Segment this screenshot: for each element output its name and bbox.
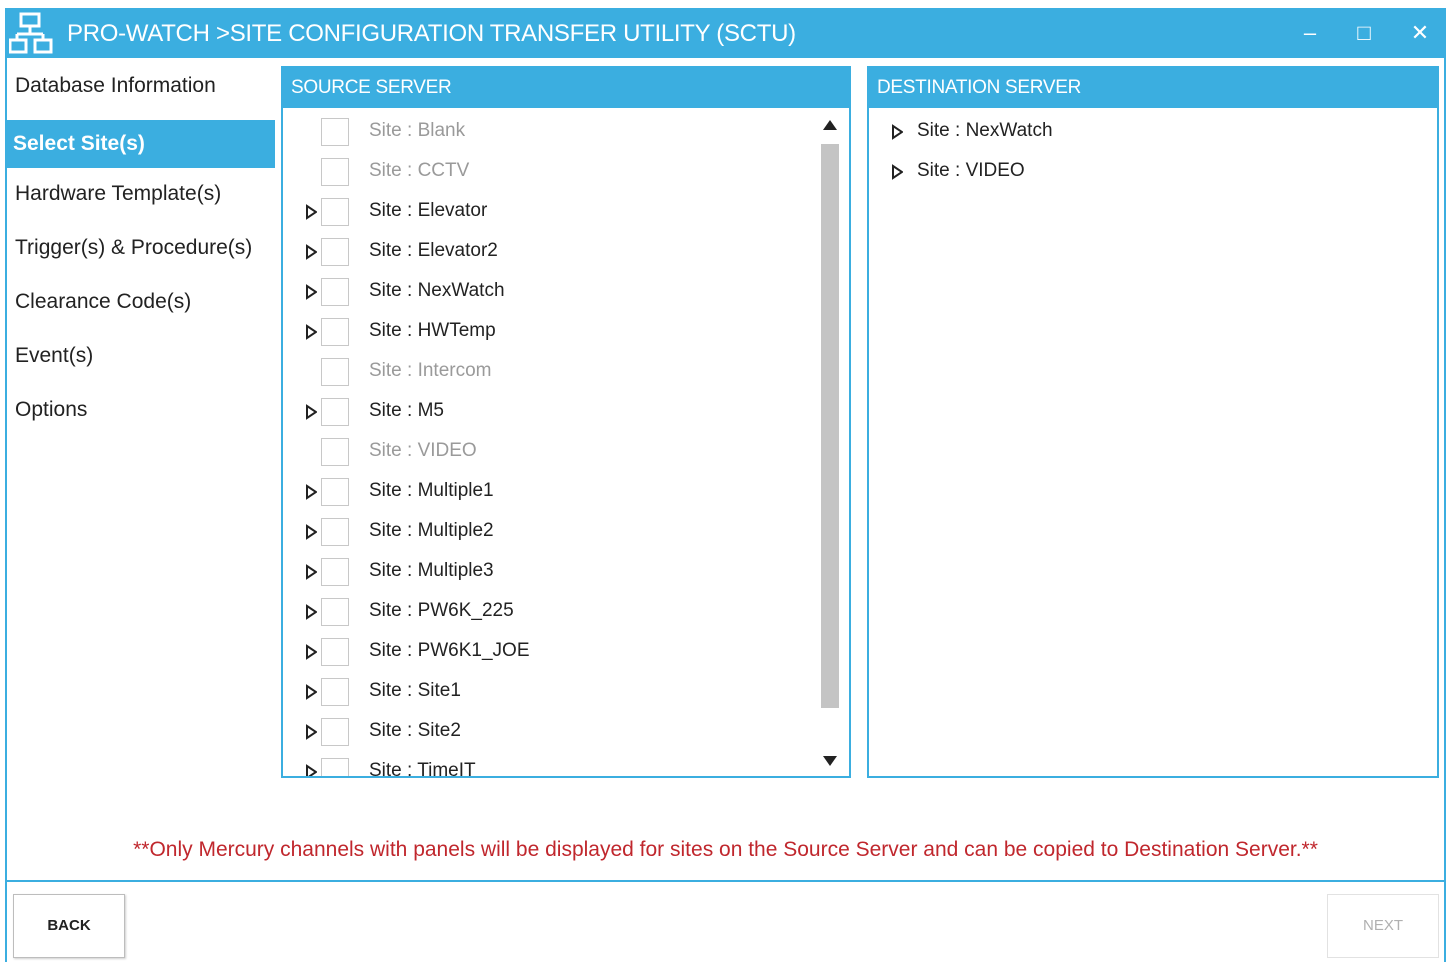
sidebar: Database Information Select Site(s) Hardwa…	[7, 66, 275, 444]
site-label: Site : Blank	[369, 120, 466, 141]
site-checkbox[interactable]	[321, 278, 349, 306]
source-site-row[interactable]: Site : Intercom	[283, 352, 849, 392]
source-site-row[interactable]: Site : Elevator	[283, 192, 849, 232]
network-icon	[9, 12, 53, 54]
sidebar-item[interactable]: Trigger(s) & Procedure(s)	[7, 228, 275, 282]
site-label: Site : PW6K1_JOE	[369, 640, 530, 661]
minimize-button[interactable]: –	[1295, 18, 1325, 48]
source-site-row[interactable]: Site : Multiple3	[283, 552, 849, 592]
expand-arrow-icon[interactable]	[305, 484, 317, 500]
expand-arrow-icon[interactable]	[305, 604, 317, 620]
source-site-row[interactable]: Site : M5	[283, 392, 849, 432]
source-site-row[interactable]: Site : Site2	[283, 712, 849, 752]
site-label: Site : Elevator2	[369, 240, 498, 261]
site-checkbox[interactable]	[321, 718, 349, 746]
site-checkbox[interactable]	[321, 158, 349, 186]
site-label: Site : CCTV	[369, 160, 470, 181]
site-checkbox[interactable]	[321, 438, 349, 466]
source-site-row[interactable]: Site : VIDEO	[283, 432, 849, 472]
site-label: Site : NexWatch	[369, 280, 505, 301]
source-site-row[interactable]: Site : Elevator2	[283, 232, 849, 272]
title-bar[interactable]: PRO-WATCH >SITE CONFIGURATION TRANSFER U…	[7, 8, 1444, 58]
sidebar-item[interactable]: Hardware Template(s)	[7, 174, 275, 228]
site-checkbox[interactable]	[321, 678, 349, 706]
destination-server-header: DESTINATION SERVER	[869, 68, 1437, 108]
site-label: Site : Site2	[369, 720, 461, 741]
site-label: Site : Multiple2	[369, 520, 494, 541]
expand-arrow-icon[interactable]	[891, 124, 903, 140]
source-site-row[interactable]: Site : Blank	[283, 112, 849, 152]
sidebar-item[interactable]: Select Site(s)	[7, 120, 275, 168]
site-checkbox[interactable]	[321, 558, 349, 586]
app-window: PRO-WATCH >SITE CONFIGURATION TRANSFER U…	[5, 8, 1446, 962]
source-server-header: SOURCE SERVER	[283, 68, 849, 108]
maximize-button[interactable]: □	[1349, 18, 1379, 48]
source-site-row[interactable]: Site : TimeIT	[283, 752, 849, 776]
site-checkbox[interactable]	[321, 358, 349, 386]
site-label: Site : Multiple3	[369, 560, 494, 581]
scroll-down-arrow-icon[interactable]	[821, 754, 839, 768]
expand-arrow-icon[interactable]	[305, 284, 317, 300]
scroll-up-arrow-icon[interactable]	[821, 118, 839, 132]
site-label: Site : Multiple1	[369, 480, 494, 501]
mercury-channel-notice: **Only Mercury channels with panels will…	[133, 838, 1318, 861]
expand-arrow-icon[interactable]	[305, 404, 317, 420]
expand-arrow-icon[interactable]	[305, 244, 317, 260]
site-label: Site : Intercom	[369, 360, 492, 381]
sidebar-item[interactable]: Options	[7, 390, 275, 444]
expand-arrow-icon[interactable]	[305, 324, 317, 340]
site-checkbox[interactable]	[321, 638, 349, 666]
site-label: Site : M5	[369, 400, 444, 421]
source-site-row[interactable]: Site : Multiple2	[283, 512, 849, 552]
window-title: PRO-WATCH >SITE CONFIGURATION TRANSFER U…	[67, 20, 796, 47]
expand-arrow-icon[interactable]	[891, 164, 903, 180]
back-button[interactable]: BACK	[13, 894, 125, 958]
sidebar-item[interactable]: Clearance Code(s)	[7, 282, 275, 336]
site-label: Site : NexWatch	[917, 120, 1053, 141]
source-site-row[interactable]: Site : CCTV	[283, 152, 849, 192]
destination-site-list[interactable]: Site : NexWatch Site : VIDEO	[869, 108, 1437, 776]
site-label: Site : TimeIT	[369, 760, 476, 776]
destination-site-row[interactable]: Site : NexWatch	[869, 112, 1437, 152]
expand-arrow-icon[interactable]	[305, 204, 317, 220]
destination-server-panel: DESTINATION SERVER Site : NexWatch Site :…	[867, 66, 1439, 778]
site-checkbox[interactable]	[321, 118, 349, 146]
source-site-row[interactable]: Site : Site1	[283, 672, 849, 712]
site-checkbox[interactable]	[321, 598, 349, 626]
sidebar-item[interactable]: Event(s)	[7, 336, 275, 390]
site-label: Site : Site1	[369, 680, 461, 701]
destination-site-row[interactable]: Site : VIDEO	[869, 152, 1437, 192]
site-checkbox[interactable]	[321, 478, 349, 506]
source-site-row[interactable]: Site : PW6K_225	[283, 592, 849, 632]
expand-arrow-icon[interactable]	[305, 724, 317, 740]
source-site-list[interactable]: Site : Blank Site : CCTV Site : Elevator Si…	[283, 108, 849, 776]
source-site-row[interactable]: Site : HWTemp	[283, 312, 849, 352]
site-checkbox[interactable]	[321, 318, 349, 346]
site-checkbox[interactable]	[321, 758, 349, 776]
site-label: Site : Elevator	[369, 200, 488, 221]
site-label: Site : VIDEO	[369, 440, 477, 461]
site-label: Site : PW6K_225	[369, 600, 514, 621]
expand-arrow-icon[interactable]	[305, 644, 317, 660]
next-button[interactable]: NEXT	[1327, 894, 1439, 958]
close-button[interactable]: ✕	[1405, 18, 1435, 48]
site-label: Site : HWTemp	[369, 320, 496, 341]
expand-arrow-icon[interactable]	[305, 564, 317, 580]
expand-arrow-icon[interactable]	[305, 684, 317, 700]
sidebar-item[interactable]: Database Information	[7, 66, 275, 120]
site-checkbox[interactable]	[321, 238, 349, 266]
source-scrollbar[interactable]	[819, 118, 841, 768]
footer-divider	[7, 880, 1444, 882]
source-site-row[interactable]: Site : PW6K1_JOE	[283, 632, 849, 672]
expand-arrow-icon[interactable]	[305, 764, 317, 776]
site-label: Site : VIDEO	[917, 160, 1025, 181]
expand-arrow-icon[interactable]	[305, 524, 317, 540]
site-checkbox[interactable]	[321, 198, 349, 226]
source-site-row[interactable]: Site : NexWatch	[283, 272, 849, 312]
source-site-row[interactable]: Site : Multiple1	[283, 472, 849, 512]
scroll-thumb[interactable]	[821, 144, 839, 708]
site-checkbox[interactable]	[321, 398, 349, 426]
source-server-panel: SOURCE SERVER Site : Blank Site : CCTV Sit…	[281, 66, 851, 778]
site-checkbox[interactable]	[321, 518, 349, 546]
